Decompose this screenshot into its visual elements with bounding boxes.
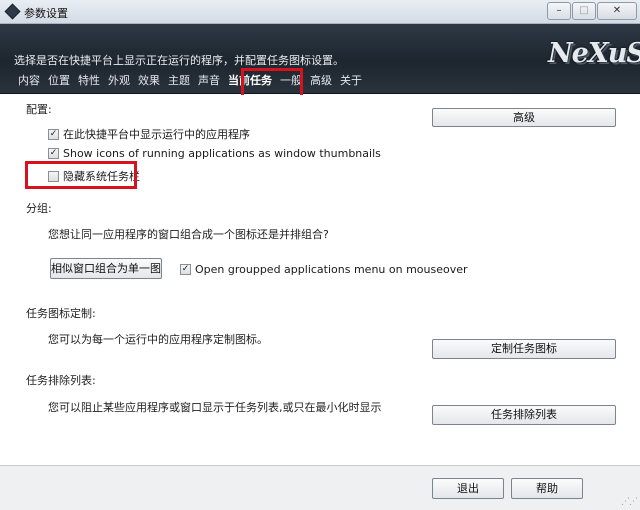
title-bar: 参数设置 – □ ✕ — [0, 0, 640, 24]
exit-button[interactable]: 退出 — [432, 478, 504, 499]
exclusion-description: 您可以阻止某些应用程序或窗口显示于任务列表,或只在最小化时显示 — [48, 401, 382, 414]
groupped-menu-option[interactable]: ✓ Open groupped applications menu on mou… — [180, 263, 468, 276]
minimize-button[interactable]: – — [547, 2, 571, 20]
grouping-heading: 分组: — [26, 202, 52, 215]
exclusion-heading: 任务排除列表: — [26, 374, 96, 387]
grouping-question: 您想让同一应用程序的窗口组合成一个图标还是并排组合? — [48, 228, 329, 241]
current-tasks-panel: 配置: 高级 ✓ 在此快捷平台中显示运行中的应用程序 ✓ Show icons … — [10, 95, 630, 464]
footer-bar: 退出 帮助 ⋰⋰ — [0, 465, 640, 510]
maximize-button[interactable]: □ — [572, 2, 596, 20]
window-thumbnails-option[interactable]: ✓ Show icons of running applications as … — [48, 147, 381, 160]
group-windows-button[interactable]: 相似窗口组合为单一图 — [50, 258, 162, 279]
tab-appearance[interactable]: 外观 — [104, 73, 134, 89]
app-icon — [4, 3, 21, 20]
task-icons-heading: 任务图标定制: — [26, 307, 96, 320]
window-thumbnails-label: Show icons of running applications as wi… — [63, 147, 381, 160]
customize-task-icons-button[interactable]: 定制任务图标 — [432, 339, 616, 359]
tab-theme[interactable]: 主题 — [164, 73, 194, 89]
show-running-apps-checkbox[interactable]: ✓ — [48, 128, 59, 140]
tab-content[interactable]: 内容 — [14, 73, 44, 89]
tab-features[interactable]: 特性 — [74, 73, 104, 89]
groupped-menu-label: Open groupped applications menu on mouse… — [195, 263, 468, 276]
window-thumbnails-checkbox[interactable]: ✓ — [48, 148, 59, 159]
tab-position[interactable]: 位置 — [44, 73, 74, 89]
tab-effects[interactable]: 效果 — [134, 73, 164, 89]
header-description: 选择是否在快捷平台上显示正在运行的程序，并配置任务图标设置。 — [14, 54, 344, 67]
task-exclusion-list-button[interactable]: 任务排除列表 — [432, 405, 616, 425]
task-icons-description: 您可以为每一个运行中的应用程序定制图标。 — [48, 333, 268, 346]
nexus-logo: NeXuS — [548, 38, 640, 69]
tab-advanced[interactable]: 高级 — [306, 73, 336, 89]
groupped-menu-checkbox[interactable]: ✓ — [180, 264, 191, 275]
advanced-button[interactable]: 高级 — [432, 108, 616, 127]
hide-taskbar-highlight-box — [25, 161, 137, 189]
tab-bar: 内容 位置 特性 外观 效果 主题 声音 当前任务 一般 高级 关于 — [14, 73, 366, 89]
help-button[interactable]: 帮助 — [511, 478, 583, 499]
resize-grip-icon[interactable]: ⋰⋰ — [621, 497, 638, 507]
show-running-apps-option[interactable]: ✓ 在此快捷平台中显示运行中的应用程序 — [48, 126, 250, 142]
close-button[interactable]: ✕ — [597, 2, 637, 20]
config-heading: 配置: — [26, 103, 52, 116]
settings-header: 选择是否在快捷平台上显示正在运行的程序，并配置任务图标设置。 NeXuS 内容 … — [0, 24, 640, 94]
tab-sound[interactable]: 声音 — [194, 73, 224, 89]
show-running-apps-label: 在此快捷平台中显示运行中的应用程序 — [63, 128, 250, 141]
tab-about[interactable]: 关于 — [336, 73, 366, 89]
window-title: 参数设置 — [24, 7, 68, 20]
